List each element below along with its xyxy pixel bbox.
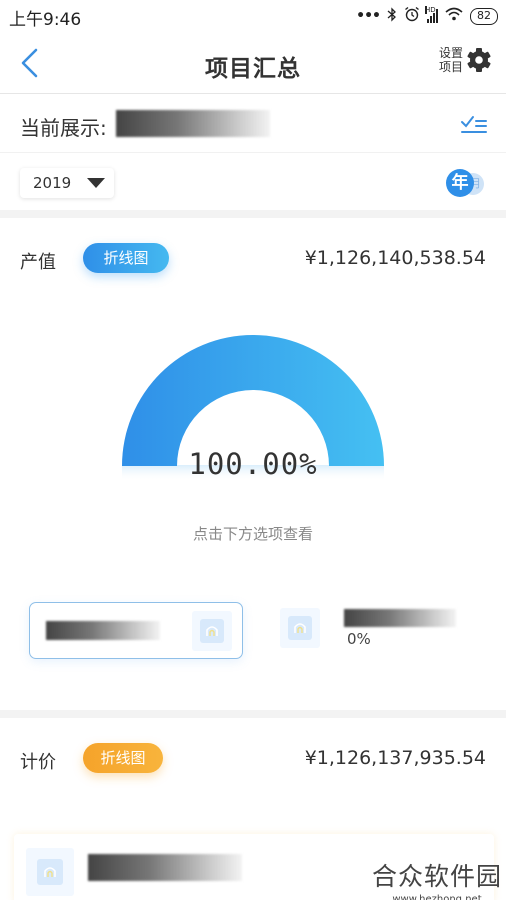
settings-label: 设置 项目 xyxy=(439,46,463,74)
bluetooth-icon xyxy=(387,6,397,26)
section-divider xyxy=(0,710,506,718)
year-filter-row: 2019 月 年 xyxy=(0,154,506,210)
section-divider xyxy=(0,210,506,218)
period-year-option[interactable]: 年 xyxy=(446,169,474,197)
year-dropdown-value: 2019 xyxy=(33,174,72,192)
dots-icon: ••• xyxy=(356,8,381,24)
status-bar: 上午9:46 ••• HD 82 xyxy=(0,0,506,34)
current-project-name-redacted xyxy=(116,110,270,137)
gauge-percent-label: 100.00% xyxy=(188,447,318,481)
watermark-title: 合众软件园 xyxy=(371,862,502,891)
gauge-hint: 点击下方选项查看 xyxy=(192,525,313,543)
watermark-url: www.hezhong.net xyxy=(392,894,482,900)
output-item-percent: 0% xyxy=(347,630,371,648)
hd-signal-icon: HD xyxy=(425,6,438,23)
page-title: 项目汇总 xyxy=(205,56,301,82)
output-line-chart-button[interactable]: 折线图 xyxy=(83,243,169,273)
nav-bar: 项目汇总 设置 项目 xyxy=(0,34,506,94)
gear-icon xyxy=(467,48,491,72)
settings-label-line1: 设置 xyxy=(438,46,463,60)
project-thumbnail-icon xyxy=(37,859,63,885)
project-thumbnail-icon xyxy=(200,619,224,643)
status-icons: ••• HD 82 xyxy=(356,6,498,26)
price-section-header: 计价 折线图 ¥1,126,137,935.54 xyxy=(0,735,506,785)
battery-icon: 82 xyxy=(470,7,498,25)
current-display-label: 当前展示: xyxy=(20,116,107,140)
output-item[interactable] xyxy=(278,604,468,656)
output-total-amount: ¥1,126,140,538.54 xyxy=(304,247,486,269)
output-section-header: 产值 折线图 ¥1,126,140,538.54 xyxy=(0,235,506,285)
wifi-icon xyxy=(445,7,463,25)
caret-down-icon xyxy=(87,178,106,188)
settings-label-line2: 项目 xyxy=(438,60,463,74)
alarm-icon xyxy=(404,6,420,26)
current-display-row: 当前展示: xyxy=(0,95,506,153)
item-name-redacted xyxy=(88,854,242,881)
item-name-redacted xyxy=(46,621,160,640)
item-thumbnail xyxy=(192,611,232,651)
item-thumbnail xyxy=(280,608,320,648)
year-dropdown[interactable]: 2019 xyxy=(20,168,114,198)
project-thumbnail-icon xyxy=(288,616,312,640)
status-time: 上午9:46 xyxy=(9,10,82,30)
item-name-redacted xyxy=(344,609,456,627)
watermark: 合众软件园 www.hezhong.net xyxy=(372,857,502,900)
period-toggle[interactable]: 月 年 xyxy=(446,167,486,199)
price-total-amount: ¥1,126,137,935.54 xyxy=(304,747,486,769)
item-thumbnail xyxy=(26,848,74,896)
price-section-title: 计价 xyxy=(20,752,56,773)
output-section-title: 产值 xyxy=(20,252,56,273)
price-line-chart-button[interactable]: 折线图 xyxy=(83,743,163,773)
settings-project-button[interactable]: 设置 项目 xyxy=(439,46,492,74)
filter-button[interactable] xyxy=(460,112,488,136)
checklist-icon xyxy=(461,116,487,133)
output-item-selected[interactable] xyxy=(29,602,243,659)
